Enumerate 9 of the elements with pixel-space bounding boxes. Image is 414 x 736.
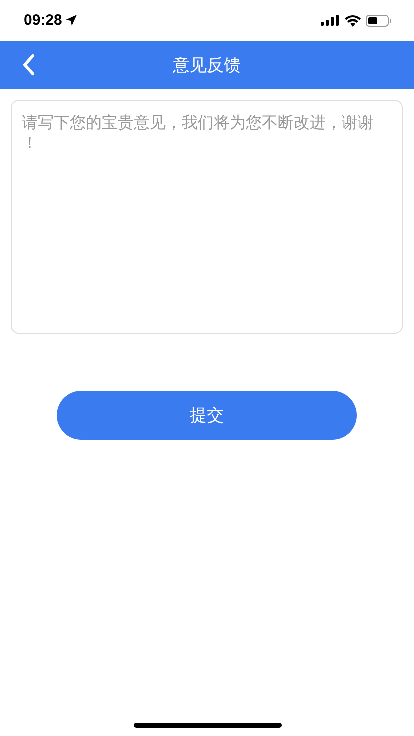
page-title: 意见反馈 [172,54,242,76]
status-time: 09:28 [24,12,62,29]
signal-icon [321,15,340,26]
wifi-icon [345,14,361,26]
back-icon[interactable] [22,54,36,76]
battery-icon [366,14,392,26]
submit-button[interactable]: 提交 [57,391,357,440]
feedback-input[interactable]: 请写下您的宝贵意见，我们将为您不断改进，谢谢！ [11,100,403,334]
location-arrow-icon [65,14,78,27]
